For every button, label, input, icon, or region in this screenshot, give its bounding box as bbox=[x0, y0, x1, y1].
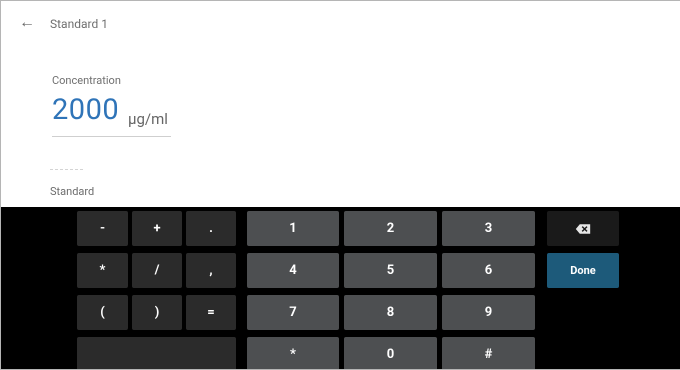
standard-input-underline[interactable] bbox=[50, 169, 83, 171]
key-8[interactable]: 8 bbox=[344, 295, 437, 330]
key-close-paren[interactable]: ) bbox=[132, 295, 182, 330]
key-period[interactable]: . bbox=[186, 211, 236, 246]
top-bar: ← Standard 1 bbox=[1, 1, 680, 51]
key-plus[interactable]: + bbox=[132, 211, 182, 246]
key-0[interactable]: 0 bbox=[344, 337, 437, 369]
backspace-icon bbox=[575, 223, 591, 234]
screen: ← Standard 1 Concentration 2000 µg/ml St… bbox=[0, 0, 680, 370]
concentration-value[interactable]: 2000 bbox=[52, 93, 119, 127]
key-open-paren[interactable]: ( bbox=[77, 295, 128, 330]
key-1[interactable]: 1 bbox=[247, 211, 339, 246]
numeric-keyboard: - + . * / , ( ) = 1 2 3 4 5 6 7 8 9 * 0 … bbox=[1, 207, 680, 369]
key-2[interactable]: 2 bbox=[344, 211, 437, 246]
done-button[interactable]: Done bbox=[547, 253, 619, 288]
key-asterisk[interactable]: * bbox=[247, 337, 339, 369]
key-5[interactable]: 5 bbox=[344, 253, 437, 288]
concentration-unit: µg/ml bbox=[128, 110, 168, 128]
back-arrow-icon[interactable]: ← bbox=[19, 14, 35, 30]
page-title: Standard 1 bbox=[50, 17, 108, 31]
key-slash[interactable]: / bbox=[132, 253, 182, 288]
concentration-field[interactable]: 2000 µg/ml bbox=[52, 93, 171, 137]
standard-label: Standard bbox=[50, 185, 95, 198]
key-4[interactable]: 4 bbox=[247, 253, 339, 288]
key-7[interactable]: 7 bbox=[247, 295, 339, 330]
key-comma[interactable]: , bbox=[186, 253, 236, 288]
key-equals[interactable]: = bbox=[186, 295, 236, 330]
key-hash[interactable]: # bbox=[442, 337, 535, 369]
key-6[interactable]: 6 bbox=[442, 253, 535, 288]
backspace-button[interactable] bbox=[547, 211, 619, 246]
key-minus[interactable]: - bbox=[77, 211, 128, 246]
key-asterisk-symbol[interactable]: * bbox=[77, 253, 128, 288]
key-3[interactable]: 3 bbox=[442, 211, 535, 246]
concentration-label: Concentration bbox=[52, 74, 121, 87]
key-blank[interactable] bbox=[77, 337, 236, 369]
key-9[interactable]: 9 bbox=[442, 295, 535, 330]
